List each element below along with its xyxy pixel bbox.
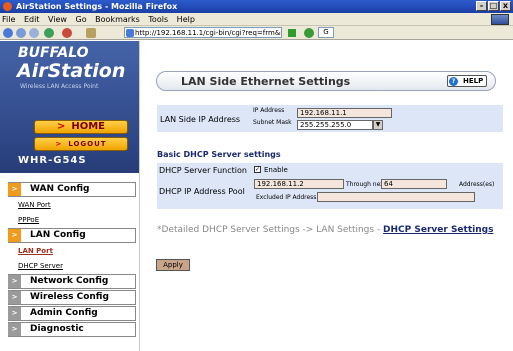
ip-address-label: IP Address xyxy=(253,107,285,114)
menu-view[interactable]: View xyxy=(48,15,67,24)
sidebar-link-dhcp-server[interactable]: DHCP Server xyxy=(18,262,63,270)
go-icon[interactable] xyxy=(288,29,296,37)
reload-icon[interactable] xyxy=(44,28,54,38)
sidebar-item-lan-config[interactable]: > LAN Config xyxy=(8,228,136,243)
window-title: AirStation Settings - Mozilla Firefox xyxy=(16,2,178,11)
firefox-icon xyxy=(3,2,12,11)
window-titlebar: AirStation Settings - Mozilla Firefox - … xyxy=(0,0,513,13)
dhcp-enable-label: Enable xyxy=(264,166,288,174)
arrow-right-icon: > xyxy=(8,183,21,196)
address-text: http://192.168.11.1/cgi-bin/cgi?req=frm&… xyxy=(135,29,282,37)
excluded-ip-input[interactable] xyxy=(317,192,475,202)
subnet-mask-select[interactable]: 255.255.255.0 xyxy=(297,120,373,130)
forward-icon[interactable] xyxy=(16,28,26,38)
dhcp-enable-checkbox[interactable]: ✓ xyxy=(254,166,261,173)
home-button[interactable]: > HOME xyxy=(34,120,128,134)
sidebar-link-wan-port[interactable]: WAN Port xyxy=(18,201,51,209)
brand-logo: BUFFALO xyxy=(18,45,89,61)
sidebar-item-wan-config[interactable]: > WAN Config xyxy=(8,182,136,197)
back-icon[interactable] xyxy=(3,28,13,38)
arrow-right-icon: > xyxy=(8,291,21,304)
arrow-right-icon: > xyxy=(8,307,21,320)
home-icon[interactable] xyxy=(86,28,96,38)
menu-go[interactable]: Go xyxy=(76,15,87,24)
dhcp-pool-label: DHCP IP Address Pool xyxy=(159,187,245,196)
menu-file[interactable]: File xyxy=(2,15,15,24)
brand-panel: BUFFALO AirStation Wireless LAN Access P… xyxy=(0,41,139,173)
detail-note: *Detailed DHCP Server Settings -> LAN Se… xyxy=(157,224,497,236)
search-engine-icon[interactable] xyxy=(304,28,314,38)
pool-count-input[interactable]: 64 xyxy=(381,179,447,189)
lan-ip-section: LAN Side IP Address IP Address 192.168.1… xyxy=(157,105,503,132)
maximize-button[interactable]: □ xyxy=(488,1,499,11)
addresses-label: Address(es) xyxy=(459,181,495,188)
arrow-right-icon: > xyxy=(55,140,63,148)
sidebar-item-wireless-config[interactable]: > Wireless Config xyxy=(8,290,136,305)
detail-prefix: *Detailed DHCP Server Settings -> LAN Se… xyxy=(157,225,384,235)
chevron-down-icon[interactable]: ▼ xyxy=(373,120,383,130)
arrow-right-icon: > xyxy=(8,229,21,242)
ip-address-input[interactable]: 192.168.11.1 xyxy=(297,108,392,118)
menu-bar: File Edit View Go Bookmarks Tools Help xyxy=(0,13,513,26)
subnet-mask-label: Subnet Mask xyxy=(253,119,292,126)
product-tagline: Wireless LAN Access Point xyxy=(20,83,99,90)
excluded-ip-label: Excluded IP Address xyxy=(256,194,317,201)
search-input[interactable]: G xyxy=(318,27,334,38)
model-name: WHR-G54S xyxy=(18,155,87,166)
pool-start-input[interactable]: 192.168.11.2 xyxy=(254,179,344,189)
apply-button[interactable]: Apply xyxy=(156,259,190,271)
dropdown-icon[interactable] xyxy=(29,28,39,38)
main-panel: LAN Side Ethernet Settings ? HELP LAN Si… xyxy=(139,41,513,351)
menu-tools[interactable]: Tools xyxy=(148,15,168,24)
arrow-right-icon: > xyxy=(8,323,21,336)
dhcp-section-title: Basic DHCP Server settings xyxy=(157,150,281,159)
arrow-right-icon: > xyxy=(56,121,66,132)
sidebar-item-diagnostic[interactable]: > Diagnostic xyxy=(8,322,136,337)
page-content: BUFFALO AirStation Wireless LAN Access P… xyxy=(0,41,513,351)
page-header: LAN Side Ethernet Settings ? HELP xyxy=(156,71,496,91)
nav-toolbar: http://192.168.11.1/cgi-bin/cgi?req=frm&… xyxy=(0,26,513,40)
dhcp-settings-link[interactable]: DHCP Server Settings xyxy=(383,225,493,235)
sidebar-link-pppoe[interactable]: PPPoE xyxy=(18,216,39,224)
close-button[interactable]: x xyxy=(500,1,511,11)
sidebar-link-lan-port[interactable]: LAN Port xyxy=(18,247,53,255)
stop-icon[interactable] xyxy=(62,28,72,38)
minimize-button[interactable]: - xyxy=(476,1,487,11)
menu-bookmarks[interactable]: Bookmarks xyxy=(95,15,140,24)
page-title: LAN Side Ethernet Settings xyxy=(181,75,351,88)
sidebar-item-admin-config[interactable]: > Admin Config xyxy=(8,306,136,321)
window-controls: - □ x xyxy=(476,1,511,11)
dhcp-section: DHCP Server Function ✓ Enable DHCP IP Ad… xyxy=(157,163,503,209)
lan-ip-label: LAN Side IP Address xyxy=(160,115,241,124)
help-icon: ? xyxy=(449,77,458,86)
menu-help[interactable]: Help xyxy=(177,15,195,24)
help-button[interactable]: ? HELP xyxy=(447,75,487,87)
arrow-right-icon: > xyxy=(8,275,21,288)
page-icon xyxy=(126,29,134,37)
dhcp-function-label: DHCP Server Function xyxy=(159,166,247,175)
address-bar[interactable]: http://192.168.11.1/cgi-bin/cgi?req=frm&… xyxy=(124,27,282,38)
sidebar: BUFFALO AirStation Wireless LAN Access P… xyxy=(0,41,139,351)
logout-button[interactable]: > LOGOUT xyxy=(34,137,128,151)
sidebar-item-network-config[interactable]: > Network Config xyxy=(8,274,136,289)
throbber-icon xyxy=(491,14,509,25)
menu-edit[interactable]: Edit xyxy=(24,15,40,24)
product-name: AirStation xyxy=(17,60,126,82)
